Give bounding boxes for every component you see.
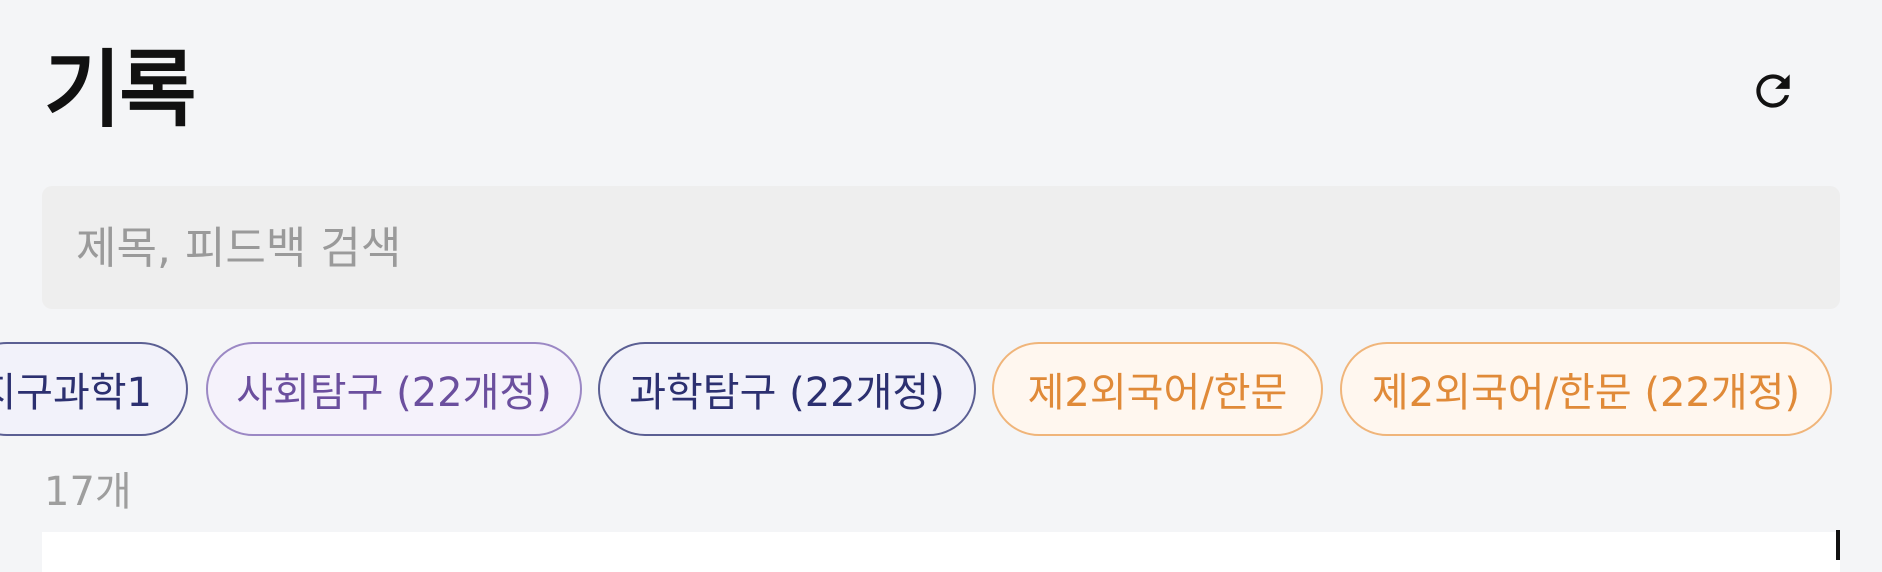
record-list [42,532,1840,572]
search-box [42,186,1840,311]
record-count: 17개 [44,469,132,515]
refresh-button[interactable] [1744,62,1802,120]
filter-chip-science[interactable]: 과학탐구 (22개정) [598,342,976,436]
subject-filter-row: 지구과학1 사회탐구 (22개정) 과학탐구 (22개정) 제2외국어/한문 제… [0,342,1882,436]
filter-chip-second-language[interactable]: 제2외국어/한문 [992,342,1323,436]
scrollbar[interactable] [1836,530,1840,560]
filter-chip-second-language-22[interactable]: 제2외국어/한문 (22개정) [1340,342,1832,436]
refresh-icon [1756,74,1790,108]
page-title: 기록 [44,41,197,139]
filter-chip-earth-science[interactable]: 지구과학1 [0,342,188,436]
filter-chip-social-studies[interactable]: 사회탐구 (22개정) [206,342,582,436]
search-input[interactable] [74,186,1808,311]
